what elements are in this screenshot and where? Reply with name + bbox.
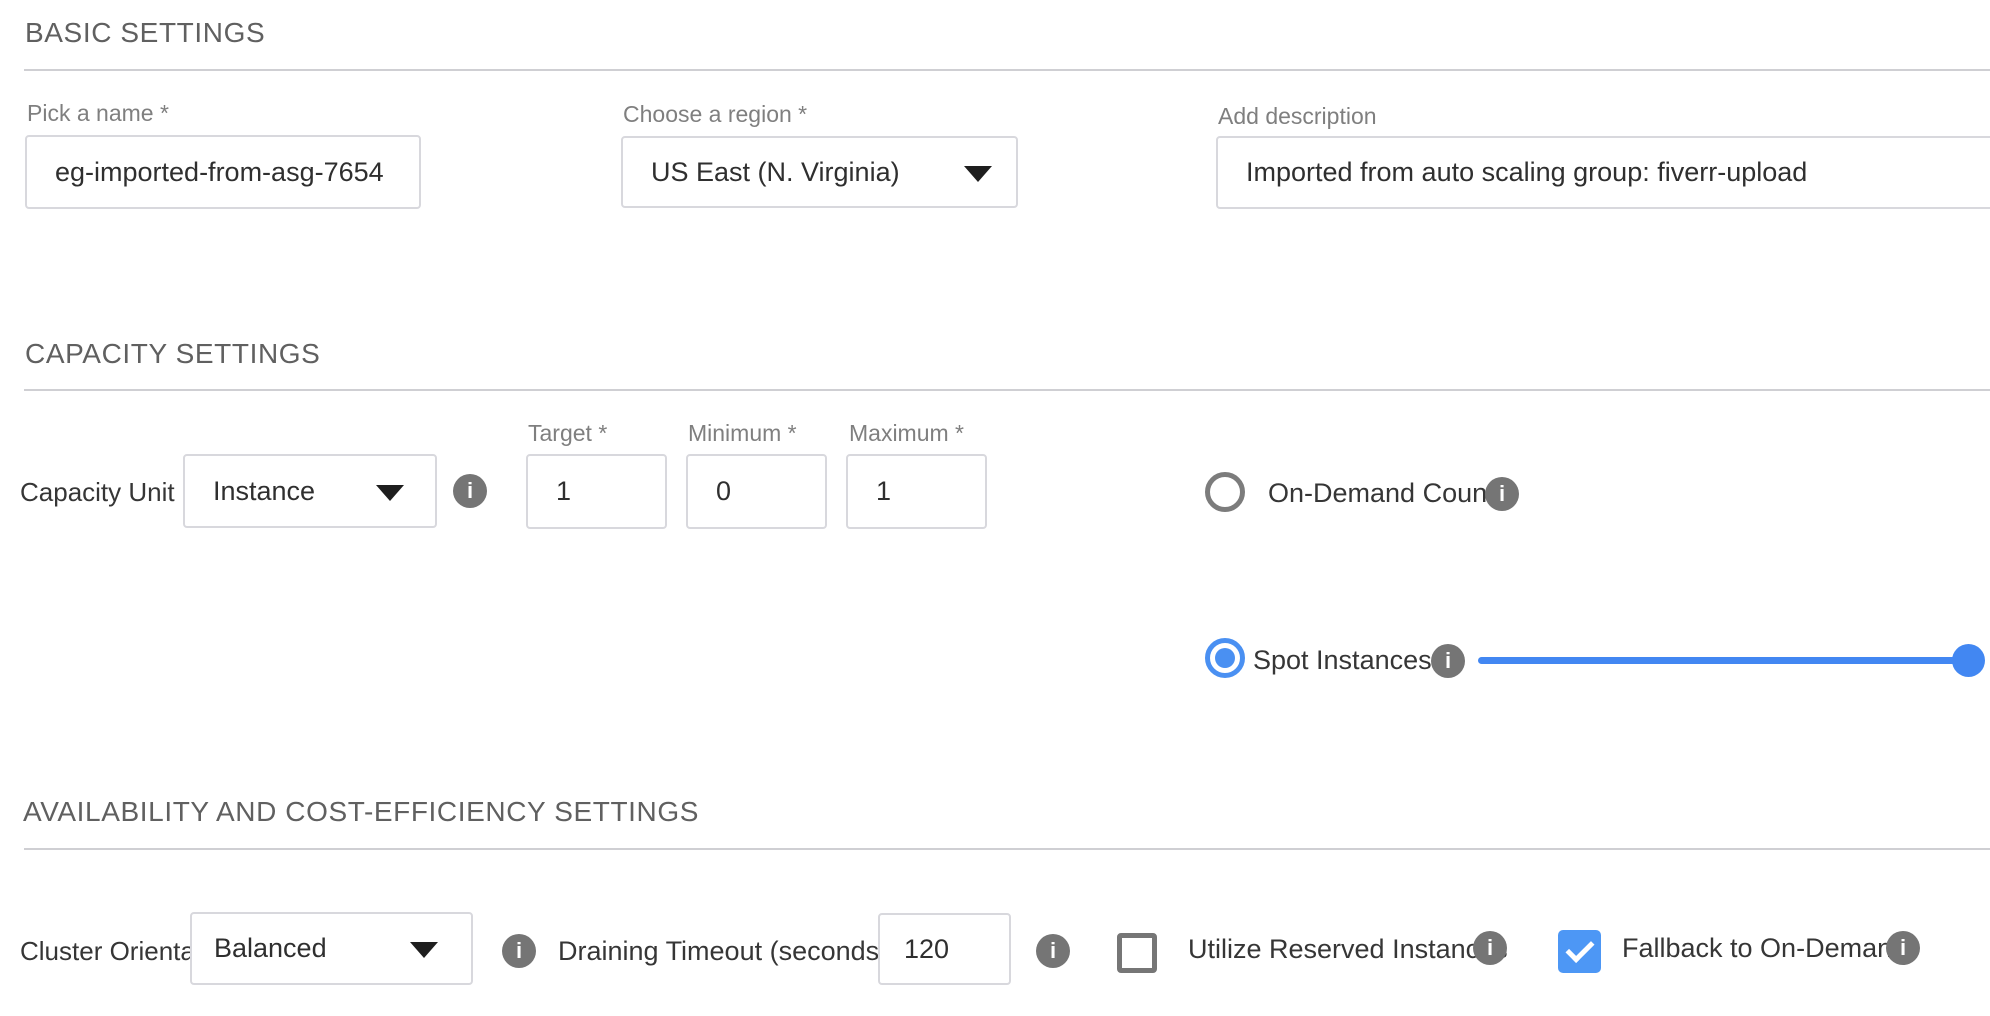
checkmark-icon xyxy=(1566,934,1595,963)
chevron-down-icon[interactable] xyxy=(410,942,438,958)
maximum-input[interactable] xyxy=(848,456,985,527)
info-icon[interactable]: i xyxy=(1431,644,1465,678)
capacity-settings-title: CAPACITY SETTINGS xyxy=(25,338,320,370)
chevron-down-icon[interactable] xyxy=(376,485,404,501)
description-input-box xyxy=(1216,136,1990,209)
add-description-label: Add description xyxy=(1218,103,1377,130)
basic-settings-title: BASIC SETTINGS xyxy=(25,17,265,49)
region-dropdown[interactable]: US East (N. Virginia) xyxy=(621,136,1018,208)
cluster-orientation-dropdown-value: Balanced xyxy=(192,933,327,964)
info-icon[interactable]: i xyxy=(1473,931,1507,965)
availability-settings-divider xyxy=(24,848,1990,850)
basic-settings-divider xyxy=(24,69,1990,71)
draining-timeout-label: Draining Timeout (seconds) xyxy=(558,936,888,967)
draining-timeout-input[interactable] xyxy=(880,915,1009,983)
name-input-box xyxy=(25,135,421,209)
utilize-reserved-instances-checkbox[interactable] xyxy=(1117,933,1157,973)
draining-timeout-input-box xyxy=(878,913,1011,985)
choose-region-label: Choose a region * xyxy=(623,101,807,128)
minimum-input[interactable] xyxy=(688,456,825,527)
minimum-label: Minimum * xyxy=(688,420,797,447)
maximum-input-box xyxy=(846,454,987,529)
on-demand-count-radio[interactable] xyxy=(1205,472,1245,512)
maximum-label: Maximum * xyxy=(849,420,964,447)
spot-instances-radio[interactable] xyxy=(1205,638,1245,678)
pick-a-name-label: Pick a name * xyxy=(27,100,169,127)
target-input-box xyxy=(526,454,667,529)
fallback-to-on-demand-checkbox[interactable] xyxy=(1558,930,1601,973)
info-icon[interactable]: i xyxy=(1485,477,1519,511)
target-label: Target * xyxy=(528,420,607,447)
info-icon[interactable]: i xyxy=(1886,931,1920,965)
info-icon[interactable]: i xyxy=(502,934,536,968)
description-input[interactable] xyxy=(1218,138,1990,207)
elastigroup-settings-form: BASIC SETTINGS Pick a name * Choose a re… xyxy=(0,0,1990,1016)
capacity-settings-divider xyxy=(24,389,1990,391)
fallback-to-on-demand-label[interactable]: Fallback to On-Demand xyxy=(1622,933,1907,964)
info-icon[interactable]: i xyxy=(453,474,487,508)
minimum-input-box xyxy=(686,454,827,529)
availability-settings-title: AVAILABILITY AND COST-EFFICIENCY SETTING… xyxy=(23,796,699,828)
region-dropdown-value: US East (N. Virginia) xyxy=(623,157,900,188)
on-demand-count-label[interactable]: On-Demand Count xyxy=(1268,478,1495,509)
capacity-unit-label: Capacity Unit xyxy=(20,477,175,508)
utilize-reserved-instances-label[interactable]: Utilize Reserved Instances xyxy=(1188,934,1508,965)
capacity-unit-dropdown-value: Instance xyxy=(185,476,315,507)
radio-selected-dot xyxy=(1215,648,1235,668)
target-input[interactable] xyxy=(528,456,665,527)
spot-percentage-slider[interactable] xyxy=(1478,657,1972,664)
name-input[interactable] xyxy=(27,137,419,207)
chevron-down-icon[interactable] xyxy=(964,166,992,182)
info-icon[interactable]: i xyxy=(1036,934,1070,968)
spot-percentage-slider-thumb[interactable] xyxy=(1952,644,1985,677)
